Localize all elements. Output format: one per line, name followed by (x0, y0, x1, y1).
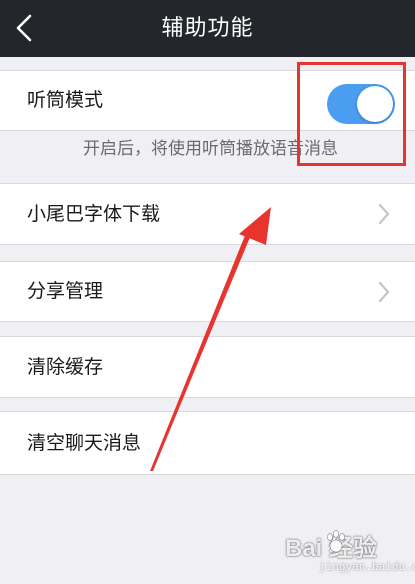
watermark-main-text: Bai 经验 (285, 535, 378, 562)
chevron-left-icon (16, 14, 32, 42)
toggle-knob (357, 86, 393, 122)
chevron-right-icon (377, 202, 391, 226)
settings-item-label: 清除缓存 (27, 356, 104, 378)
earpiece-mode-label: 听筒模式 (27, 89, 104, 111)
earpiece-mode-toggle[interactable] (327, 84, 395, 124)
watermark-url-text: jingyan.baidu.com (319, 560, 415, 573)
settings-screen: 辅助功能 听筒模式 开启后，将使用听筒播放语音消息 小尾巴字体下载 分享管理 清… (0, 0, 415, 584)
settings-item-label: 分享管理 (27, 280, 104, 302)
settings-item-label: 清空聊天消息 (27, 432, 142, 454)
chevron-right-icon (377, 280, 391, 304)
baidu-jingyan-watermark: Bai 经验 jingyan.baidu.com (285, 528, 415, 580)
baidu-paw-icon (327, 530, 345, 553)
settings-item-share-management[interactable]: 分享管理 (0, 261, 415, 322)
settings-item-clear-chat-messages[interactable]: 清空聊天消息 (0, 411, 415, 475)
settings-item-label: 小尾巴字体下载 (27, 203, 161, 225)
earpiece-mode-hint: 开启后，将使用听筒播放语音消息 (83, 139, 338, 159)
settings-item-tail-font-download[interactable]: 小尾巴字体下载 (0, 183, 415, 245)
back-button[interactable] (6, 6, 46, 50)
nav-bar: 辅助功能 (0, 0, 415, 57)
settings-item-clear-cache[interactable]: 清除缓存 (0, 336, 415, 398)
page-title: 辅助功能 (161, 16, 254, 41)
earpiece-mode-row: 听筒模式 (0, 70, 415, 131)
